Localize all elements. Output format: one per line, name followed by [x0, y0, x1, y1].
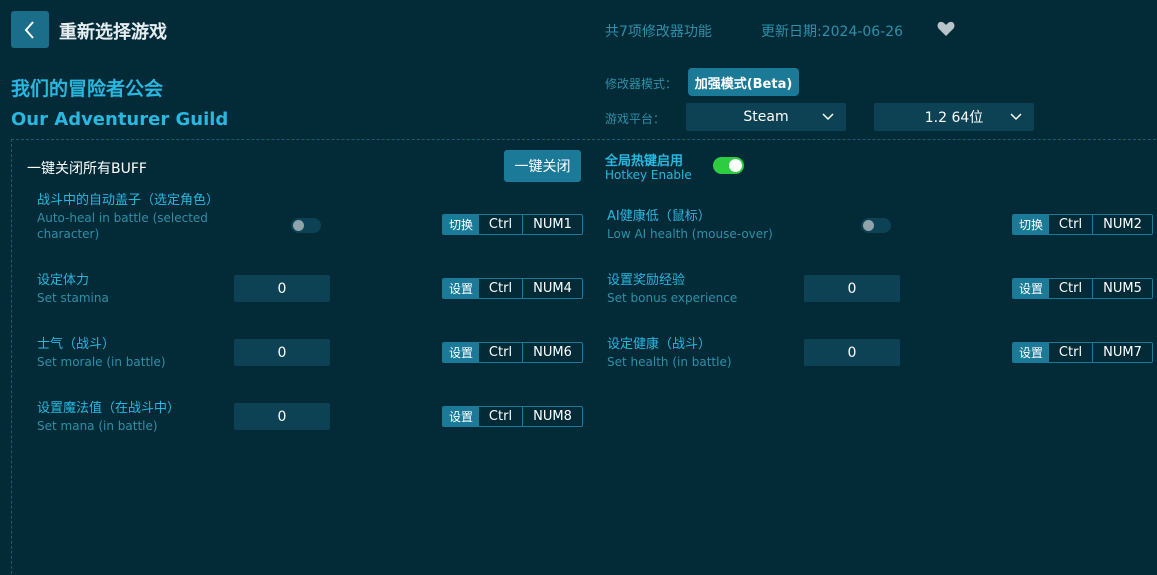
feature-count: 共7项修改器功能 — [605, 24, 712, 40]
morale-hotkey[interactable]: 设置 Ctrl NUM6 — [442, 342, 583, 363]
mode-label: 修改器模式： — [605, 77, 678, 91]
hotkey-modifier: Ctrl — [1049, 215, 1093, 234]
bonus-exp-hotkey[interactable]: 设置 Ctrl NUM5 — [1012, 278, 1153, 299]
panel-title: 一键关闭所有BUFF — [27, 161, 147, 177]
option-label-cn: 设置奖励经验 — [607, 273, 686, 288]
hotkey-key: NUM6 — [533, 345, 572, 360]
hotkey-modifier: Ctrl — [479, 279, 523, 298]
chevron-down-icon — [822, 113, 834, 121]
option-label-en: Auto-heal in battle (selected character) — [37, 211, 208, 241]
option-health-label: 设定健康（战斗） Set health (in battle) — [607, 336, 787, 370]
health-hotkey[interactable]: 设置 Ctrl NUM7 — [1012, 342, 1153, 363]
mode-button[interactable]: 加强模式(Beta) — [688, 68, 799, 96]
hotkey-modifier: Ctrl — [479, 215, 523, 234]
hotkey-action[interactable]: 设置 — [443, 279, 479, 298]
hotkey-action[interactable]: 设置 — [443, 407, 479, 426]
heart-icon[interactable] — [937, 21, 955, 37]
hotkey-enable-label-en: Hotkey Enable — [605, 168, 692, 182]
chevron-down-icon — [1010, 113, 1022, 121]
stamina-hotkey[interactable]: 设置 Ctrl NUM4 — [442, 278, 583, 299]
version-select[interactable]: 1.2 64位 — [874, 103, 1034, 131]
option-label-en: Set morale (in battle) — [37, 355, 166, 369]
version-value: 1.2 64位 — [924, 110, 984, 126]
low-ai-health-toggle[interactable] — [861, 218, 891, 233]
all-off-button[interactable]: 一键关闭 — [504, 150, 581, 182]
hotkey-action[interactable]: 设置 — [1013, 343, 1049, 362]
option-label-en: Set stamina — [37, 291, 109, 305]
hotkey-key: NUM5 — [1103, 281, 1142, 296]
option-label-cn: 设定健康（战斗） — [607, 337, 712, 352]
option-label-cn: 设置魔法值（在战斗中） — [37, 401, 181, 416]
morale-input[interactable]: 0 — [234, 339, 330, 366]
stamina-input[interactable]: 0 — [234, 275, 330, 302]
hotkey-enable-label: 全局热键启用 — [605, 154, 684, 169]
hotkey-key: NUM4 — [533, 281, 572, 296]
hotkey-modifier: Ctrl — [479, 343, 523, 362]
bonus-exp-input[interactable]: 0 — [804, 275, 900, 302]
option-label-cn: 设定体力 — [37, 273, 90, 288]
hotkey-action[interactable]: 切换 — [443, 215, 479, 234]
toggle-knob — [729, 159, 742, 172]
platform-select[interactable]: Steam — [686, 103, 846, 131]
back-button[interactable] — [11, 11, 49, 48]
hotkey-key: NUM7 — [1103, 345, 1142, 360]
hotkey-modifier: Ctrl — [1049, 343, 1093, 362]
mana-hotkey[interactable]: 设置 Ctrl NUM8 — [442, 406, 583, 427]
low-ai-health-hotkey[interactable]: 切换 Ctrl NUM2 — [1012, 214, 1153, 235]
option-label-cn: 士气（战斗） — [37, 337, 116, 352]
option-bonus-exp-label: 设置奖励经验 Set bonus experience — [607, 272, 787, 306]
option-label-cn: 战斗中的自动盖子（选定角色） — [37, 193, 220, 208]
hotkey-modifier: Ctrl — [1049, 279, 1093, 298]
hotkey-action[interactable]: 设置 — [443, 343, 479, 362]
option-label-en: Low AI health (mouse-over) — [607, 227, 773, 241]
update-date: 更新日期:2024-06-26 — [761, 24, 904, 40]
toggle-knob — [293, 220, 304, 231]
option-low-ai-health-label: AI健康低（鼠标） Low AI health (mouse-over) — [607, 208, 827, 242]
game-name-cn: 我们的冒险者公会 — [11, 78, 164, 100]
hotkey-modifier: Ctrl — [479, 407, 523, 426]
chevron-left-icon — [24, 20, 34, 39]
option-label-en: Set mana (in battle) — [37, 419, 158, 433]
option-auto-heal-label: 战斗中的自动盖子（选定角色） Auto-heal in battle (sele… — [37, 192, 220, 242]
option-label-cn: AI健康低（鼠标） — [607, 209, 711, 224]
option-label-en: Set health (in battle) — [607, 355, 732, 369]
auto-heal-toggle[interactable] — [291, 218, 321, 233]
hotkey-key: NUM8 — [533, 409, 572, 424]
option-morale-label: 士气（战斗） Set morale (in battle) — [37, 336, 217, 370]
platform-label: 游戏平台： — [605, 112, 666, 126]
page-title: 重新选择游戏 — [59, 22, 167, 43]
game-name-en: Our Adventurer Guild — [11, 109, 229, 130]
auto-heal-hotkey[interactable]: 切换 Ctrl NUM1 — [442, 214, 583, 235]
toggle-knob — [863, 220, 874, 231]
platform-value: Steam — [743, 109, 789, 125]
hotkey-key: NUM2 — [1103, 217, 1142, 232]
mana-input[interactable]: 0 — [234, 403, 330, 430]
option-stamina-label: 设定体力 Set stamina — [37, 272, 217, 306]
option-label-en: Set bonus experience — [607, 291, 738, 305]
health-input[interactable]: 0 — [804, 339, 900, 366]
hotkey-action[interactable]: 切换 — [1013, 215, 1049, 234]
option-mana-label: 设置魔法值（在战斗中） Set mana (in battle) — [37, 400, 217, 434]
hotkey-enable-toggle[interactable] — [713, 157, 744, 174]
hotkey-action[interactable]: 设置 — [1013, 279, 1049, 298]
hotkey-key: NUM1 — [533, 217, 572, 232]
